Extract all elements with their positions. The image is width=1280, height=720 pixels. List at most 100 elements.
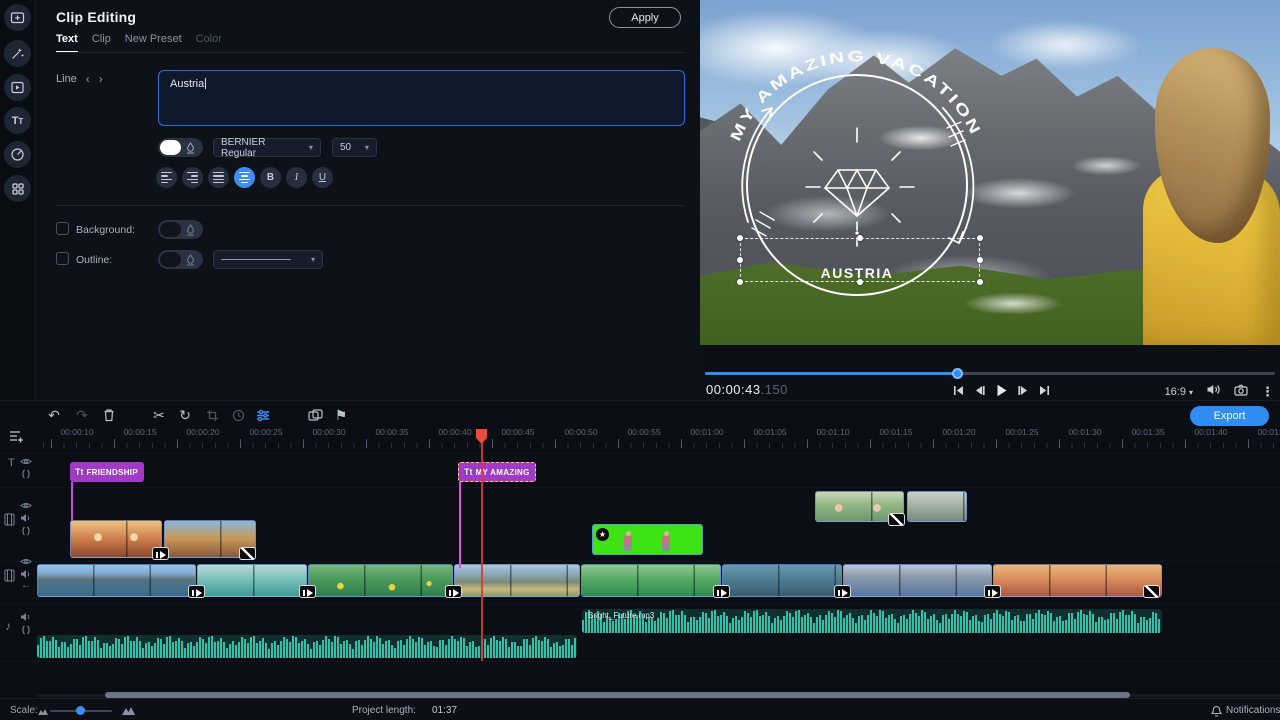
tab-text[interactable]: Text: [56, 33, 78, 53]
next-frame-button[interactable]: [1017, 384, 1030, 397]
video-clip-sunset2[interactable]: [993, 564, 1162, 597]
eye-icon[interactable]: [20, 457, 32, 466]
selection-handle[interactable]: [737, 279, 743, 285]
transition-slash-icon[interactable]: [239, 547, 256, 560]
zoom-out-mountain-icon[interactable]: [38, 707, 48, 715]
overlay-clip-sunset[interactable]: [70, 520, 162, 558]
snapshot-camera-button[interactable]: [1234, 383, 1248, 401]
previous-frame-button[interactable]: [973, 384, 986, 397]
overlay-clip-greenscreen[interactable]: ★: [592, 524, 703, 555]
eye-icon[interactable]: [20, 557, 32, 566]
clip-speed-button[interactable]: [229, 406, 247, 424]
align-justify-button[interactable]: [208, 167, 229, 188]
transition-slash-icon[interactable]: [1143, 585, 1160, 598]
overlay-clip-mist[interactable]: [907, 491, 967, 522]
title-text-input[interactable]: Austria: [158, 70, 685, 126]
apply-button[interactable]: Apply: [609, 7, 681, 28]
transition-arrow-icon[interactable]: [445, 585, 462, 598]
arrow-left-icon[interactable]: ←: [21, 580, 31, 591]
bell-icon[interactable]: [1211, 705, 1222, 717]
clip-properties-button[interactable]: [254, 406, 272, 424]
transition-arrow-icon[interactable]: [152, 547, 169, 560]
tab-clip[interactable]: Clip: [92, 33, 111, 53]
rotate-button[interactable]: ↻: [176, 406, 194, 424]
sidebar-item-more-tools[interactable]: [4, 175, 31, 202]
selection-handle[interactable]: [977, 235, 983, 241]
align-left-button[interactable]: [156, 167, 177, 188]
seek-handle[interactable]: [952, 368, 963, 379]
sidebar-item-stickers[interactable]: [4, 141, 31, 168]
video-clip-lake2[interactable]: [454, 564, 580, 597]
speaker-icon[interactable]: [20, 513, 32, 523]
transition-arrow-icon[interactable]: [713, 585, 730, 598]
selection-handle[interactable]: [737, 257, 743, 263]
title-clip[interactable]: TtFRIENDSHIP: [70, 462, 144, 482]
sidebar-item-transitions[interactable]: [4, 74, 31, 101]
font-family-select[interactable]: BERNIER Regular ▾: [213, 138, 321, 157]
font-size-select[interactable]: 50 ▾: [332, 138, 377, 157]
transition-arrow-icon[interactable]: [834, 585, 851, 598]
title-overlay-stamp[interactable]: MY AMAZING VACATION AUSTRIA: [700, 0, 1280, 345]
sidebar-item-media[interactable]: [4, 4, 31, 31]
video-clip-kayak[interactable]: [308, 564, 453, 597]
tab-new-preset[interactable]: New Preset: [125, 33, 182, 53]
aspect-ratio-select[interactable]: 16:9 ▾: [1165, 386, 1193, 398]
video-clip-raft[interactable]: [722, 564, 842, 597]
kebab-menu-button[interactable]: ⋮: [1261, 384, 1274, 400]
video-clip-mountain[interactable]: [843, 564, 992, 597]
transition-slash-icon[interactable]: [888, 513, 905, 526]
transition-arrow-icon[interactable]: [188, 585, 205, 598]
redo-button[interactable]: ↷: [73, 406, 91, 424]
prev-line-button[interactable]: ‹: [86, 73, 90, 85]
outline-color-toggle[interactable]: [158, 250, 203, 269]
outline-checkbox[interactable]: [56, 252, 69, 265]
video-clip-sea[interactable]: [197, 564, 307, 597]
notifications-label[interactable]: Notifications: [1226, 705, 1280, 716]
background-checkbox[interactable]: [56, 222, 69, 235]
tab-color[interactable]: Color: [196, 33, 222, 53]
timeline-ruler[interactable]: 00:00:1000:00:1500:00:2000:00:2500:00:30…: [0, 427, 1280, 437]
zoom-in-mountain-icon[interactable]: [122, 705, 135, 715]
speaker-icon[interactable]: [20, 569, 32, 579]
crop-button[interactable]: [203, 406, 221, 424]
title-clip[interactable]: TtMY AMAZING: [458, 462, 536, 482]
overwrite-mode-button[interactable]: [306, 406, 324, 424]
transition-arrow-icon[interactable]: [984, 585, 1001, 598]
transition-arrow-icon[interactable]: [299, 585, 316, 598]
selection-handle[interactable]: [977, 279, 983, 285]
selection-handle[interactable]: [977, 257, 983, 263]
next-line-button[interactable]: ›: [99, 73, 103, 85]
scale-slider-handle[interactable]: [76, 706, 85, 715]
selection-handle[interactable]: [857, 279, 863, 285]
selection-handle[interactable]: [737, 235, 743, 241]
bold-button[interactable]: B: [260, 167, 281, 188]
eye-icon[interactable]: [20, 501, 32, 510]
underline-button[interactable]: U: [312, 167, 333, 188]
skip-to-end-button[interactable]: [1038, 384, 1051, 397]
align-center-button[interactable]: [234, 167, 255, 188]
link-icon[interactable]: [21, 469, 31, 479]
audio-clip[interactable]: [37, 635, 577, 658]
link-icon[interactable]: [21, 625, 31, 635]
play-button[interactable]: [994, 383, 1009, 398]
video-clip-river[interactable]: [581, 564, 721, 597]
sidebar-item-filters[interactable]: [4, 40, 31, 67]
outline-width-select[interactable]: ▾: [213, 250, 323, 269]
volume-button[interactable]: [1206, 383, 1221, 401]
split-scissors-button[interactable]: ✂: [150, 406, 168, 424]
italic-button[interactable]: I: [286, 167, 307, 188]
selection-handle[interactable]: [857, 235, 863, 241]
export-button[interactable]: Export: [1190, 406, 1269, 426]
font-color-toggle[interactable]: [158, 138, 203, 157]
background-color-toggle[interactable]: [158, 220, 203, 239]
undo-button[interactable]: ↶: [45, 406, 63, 424]
align-right-button[interactable]: [182, 167, 203, 188]
delete-button[interactable]: [100, 406, 118, 424]
marker-flag-button[interactable]: ⚑: [332, 406, 350, 424]
skip-to-start-button[interactable]: [952, 384, 965, 397]
text-selection-box[interactable]: [740, 238, 980, 282]
sidebar-item-titles[interactable]: TT: [4, 107, 31, 134]
video-clip-lake[interactable]: [37, 564, 196, 597]
speaker-icon[interactable]: [20, 612, 32, 622]
link-icon[interactable]: [21, 526, 31, 536]
